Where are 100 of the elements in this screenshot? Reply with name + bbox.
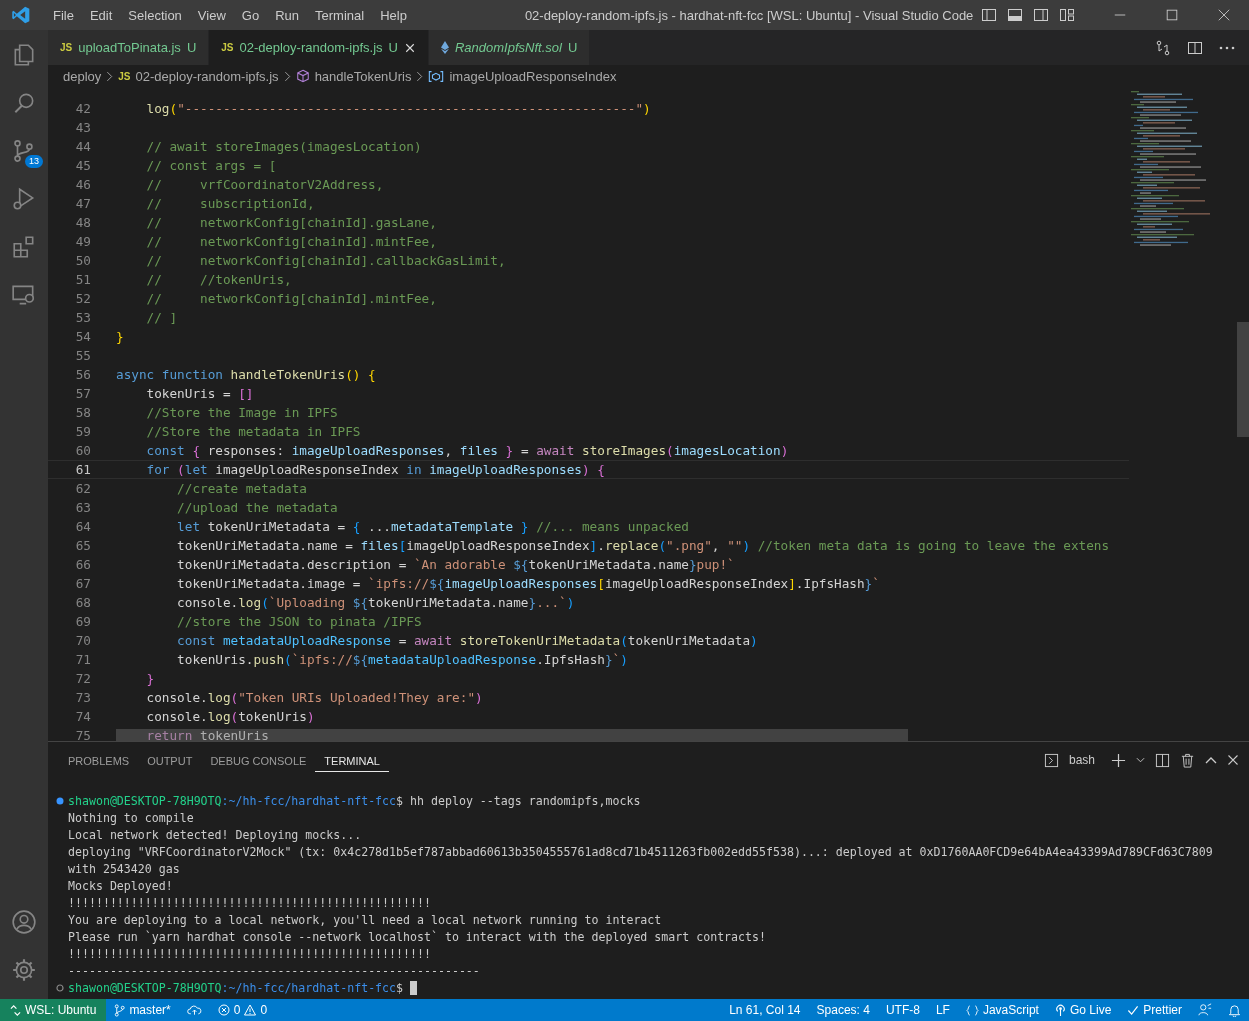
branch-indicator[interactable]: master* (106, 999, 179, 1021)
chevron-up-icon[interactable] (1205, 756, 1217, 764)
terminal-output-line: Nothing to compile (68, 810, 194, 825)
toggle-sidebar-icon[interactable] (981, 7, 997, 23)
line-number: 49 (74, 234, 91, 249)
chevron-right-icon (283, 70, 291, 82)
menu-item[interactable]: Terminal (307, 7, 373, 23)
plus-icon[interactable] (1111, 752, 1126, 768)
more-actions-icon[interactable] (1219, 45, 1235, 50)
code-line: // networkConfig[chainId].callbackGasLimit, (145, 253, 506, 268)
line-number: 75 (74, 728, 91, 741)
untracked-indicator: U (388, 40, 398, 55)
status-item[interactable]: Ln 61, Col 14 (721, 999, 809, 1021)
terminal-output-line: Please run `yarn hardhat console --network localhost` to interact with the deployed smart contracts! (68, 929, 766, 944)
code-line: return tokenUris (145, 728, 269, 741)
panel-tab[interactable]: DEBUG CONSOLE (201, 748, 316, 772)
terminal-name[interactable]: bash (1068, 753, 1095, 767)
command-pending-dot-icon[interactable] (56, 984, 64, 992)
js-file-icon: JS (60, 42, 73, 53)
code-line: //Store the metadata in IPFS (145, 424, 361, 439)
terminal-output-line: !!!!!!!!!!!!!!!!!!!!!!!!!!!!!!!!!!!!!!!!!!!!!!!!!!!! (68, 946, 431, 961)
notifications-icon[interactable] (1228, 1003, 1241, 1017)
line-number: 42 (74, 101, 91, 116)
vertical-scrollbar[interactable] (1237, 322, 1249, 437)
code-line: // await storeImages(imagesLocation) (145, 139, 422, 154)
line-number: 53 (74, 310, 91, 325)
menu-item[interactable]: Edit (81, 7, 121, 23)
app-logo-icon (11, 5, 31, 25)
line-number: 68 (74, 595, 91, 610)
breadcrumb-item[interactable]: imageUploadResponseIndex (449, 68, 617, 84)
line-number: 51 (74, 272, 91, 287)
line-number: 57 (74, 386, 91, 401)
code-line: const metadataUploadResponse = await storeTokenUriMetadata(tokenUriMetadata) (176, 633, 758, 648)
compare-changes-icon[interactable] (1155, 39, 1171, 56)
code-line: console.log("Token URIs Uploaded!They are:") (145, 690, 483, 705)
panel-tab[interactable]: PROBLEMS (59, 748, 139, 772)
problems-indicator[interactable]: 0 0 (209, 999, 276, 1021)
menu-item[interactable]: View (189, 7, 234, 23)
code-line: const { responses: imageUploadResponses, files } = await storeImages(imagesLocation) (145, 443, 789, 458)
terminal-prompt: shawon@DESKTOP-78H9OTQ:~/hh-fcc/hardhat-nft-fcc$ (68, 980, 405, 995)
toggle-secondary-sidebar-icon[interactable] (1033, 7, 1049, 23)
close-icon[interactable] (403, 41, 416, 54)
language-mode[interactable]: JavaScript (957, 999, 1047, 1021)
terminal-output-line: !!!!!!!!!!!!!!!!!!!!!!!!!!!!!!!!!!!!!!!!!!!!!!!!!!!! (68, 895, 431, 910)
cube-icon (295, 69, 310, 83)
terminal-output-line: deploying "VRFCoordinatorV2Mock" (tx: 0x4c278d1b5ef787abbad60613b3504555761ad8cd71b4511263fb002edd55f538)...: deployed at 0xD1760AA0FCD9e64bA4ea43399Ad789CFd63C7809 (68, 844, 1213, 859)
menu-item[interactable]: Help (372, 7, 415, 23)
js-file-icon: JS (118, 70, 131, 82)
menu-item[interactable]: Selection (120, 7, 190, 23)
line-number: 71 (74, 652, 91, 667)
breadcrumb-item[interactable]: 02-deploy-random-ipfs.js (135, 68, 279, 84)
code-line: // const args = [ (145, 158, 277, 173)
editor-tab[interactable]: RandomIpfsNft.sol U (428, 30, 591, 65)
code-line: //Store the Image in IPFS (145, 405, 338, 420)
code-line: let tokenUriMetadata = { ...metadataTemplate } //... means unpacked (176, 519, 689, 534)
trash-icon[interactable] (1180, 752, 1195, 768)
line-number: 59 (74, 424, 91, 439)
panel-tab[interactable]: TERMINAL (315, 748, 389, 772)
go-live-button[interactable]: Go Live (1046, 999, 1120, 1021)
breadcrumb-item[interactable]: handleTokenUris (314, 68, 412, 84)
toggle-panel-icon[interactable] (1007, 7, 1023, 23)
editor-tab[interactable]: JS uploadToPinata.js U (48, 30, 210, 65)
close-icon[interactable] (1217, 8, 1231, 22)
status-item[interactable]: LF (927, 999, 958, 1021)
panel-tab[interactable]: OUTPUT (138, 748, 202, 772)
split-terminal-icon[interactable] (1155, 752, 1170, 768)
chevron-down-icon[interactable] (1136, 757, 1145, 763)
remote-indicator[interactable]: WSL: Ubuntu (0, 999, 107, 1021)
horizontal-scrollbar[interactable] (116, 729, 908, 741)
editor-tab[interactable]: JS 02-deploy-random-ipfs.js U (209, 30, 429, 65)
menu-item[interactable]: File (45, 7, 82, 23)
account-icon[interactable] (11, 909, 37, 935)
status-item[interactable]: Spaces: 4 (808, 999, 878, 1021)
code-line: tokenUriMetadata.name = files[imageUploadResponseIndex].replace(".png", "") //token meta data is going to leave the extens (176, 538, 1110, 553)
line-number: 62 (74, 481, 91, 496)
maximize-icon[interactable] (1165, 8, 1179, 22)
line-number: 67 (74, 576, 91, 591)
line-number: 44 (74, 139, 91, 154)
breadcrumb-item[interactable]: deploy (63, 68, 102, 84)
settings-icon[interactable] (11, 957, 37, 983)
terminal-output-line: with 2543420 gas (68, 861, 180, 876)
run-debug-icon[interactable] (11, 186, 37, 212)
line-number: 48 (74, 215, 91, 230)
tab-label: 02-deploy-random-ipfs.js (239, 40, 383, 55)
menu-item[interactable]: Go (233, 7, 268, 23)
prettier-status[interactable]: Prettier (1119, 999, 1190, 1021)
cloud-sync-icon[interactable] (186, 1004, 202, 1016)
error-icon (217, 1004, 230, 1016)
line-number: 45 (74, 158, 91, 173)
split-editor-icon[interactable] (1187, 39, 1203, 56)
code-line: //upload the metadata (176, 500, 338, 515)
feedback-icon[interactable] (1198, 1003, 1212, 1017)
status-item[interactable]: UTF-8 (877, 999, 928, 1021)
branch-icon (114, 1003, 126, 1017)
close-icon[interactable] (1227, 754, 1239, 766)
layout-icon[interactable] (1059, 7, 1075, 23)
code-line: // networkConfig[chainId].gasLane, (145, 215, 437, 230)
menu-item[interactable]: Run (267, 7, 307, 23)
line-number: 55 (74, 348, 91, 363)
command-success-dot-icon[interactable] (56, 797, 64, 805)
